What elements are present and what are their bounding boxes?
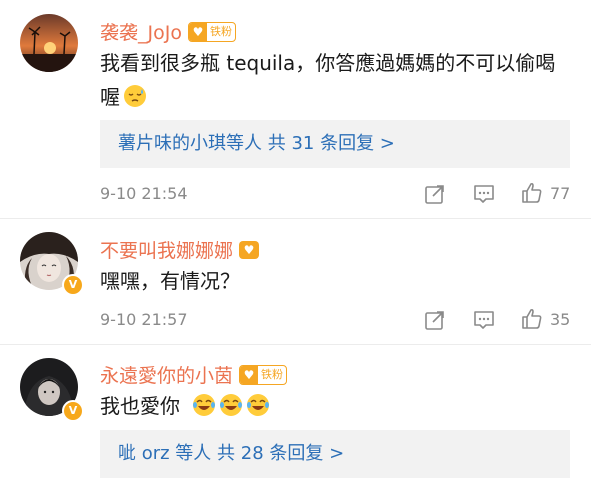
- fan-badge-label: 铁粉: [261, 367, 284, 381]
- comment-timestamp: 9-10 21:57: [100, 310, 188, 329]
- username[interactable]: 不要叫我娜娜娜 ♥: [100, 236, 260, 263]
- verified-badge-icon: V: [62, 274, 84, 296]
- laugh-cry-emoji-icon: [219, 393, 243, 417]
- fan-badge: ♥ 铁粉: [187, 21, 236, 42]
- avatar[interactable]: [20, 14, 78, 72]
- share-icon: [425, 311, 444, 330]
- comment-text: 我也愛你: [100, 389, 575, 423]
- heart-icon: ♥: [240, 365, 259, 384]
- comment-body: 我也愛你: [100, 394, 180, 418]
- username-text[interactable]: 永遠愛你的小茵: [100, 361, 233, 388]
- thumbs-up-icon: [522, 308, 542, 329]
- heart-icon: ♥: [239, 240, 260, 259]
- laugh-cry-emoji-icon: [246, 393, 270, 417]
- verified-badge-icon: V: [62, 400, 84, 422]
- fan-badge-label: 铁粉: [209, 24, 232, 38]
- comment-icon: [474, 185, 494, 203]
- username-text[interactable]: 不要叫我娜娜娜: [100, 236, 233, 263]
- fan-badge: ♥ 铁粉: [239, 364, 288, 385]
- divider: [0, 344, 591, 345]
- username[interactable]: 永遠愛你的小茵 ♥ 铁粉: [100, 361, 288, 388]
- username-text[interactable]: 袭袭_JoJo: [100, 18, 182, 45]
- laugh-cry-emoji-icon: [192, 393, 216, 417]
- fan-badge: ♥: [239, 240, 260, 259]
- thumbs-up-icon: [522, 182, 542, 203]
- reply-summary-link[interactable]: 呲 orz 等人 共 28 条回复 >: [100, 430, 570, 478]
- like-button[interactable]: 35: [520, 306, 570, 332]
- comment-body: 嘿嘿，有情况？: [100, 269, 240, 293]
- share-icon: [425, 185, 444, 204]
- comment-button[interactable]: [472, 181, 496, 207]
- heart-icon: ♥: [188, 22, 207, 41]
- divider: [0, 218, 591, 219]
- reply-summary-link[interactable]: 薯片味的小琪等人 共 31 条回复 >: [100, 120, 570, 168]
- sleepy-sweat-emoji-icon: [123, 84, 147, 108]
- comment-text: 嘿嘿，有情况？: [100, 264, 575, 298]
- username[interactable]: 袭袭_JoJo ♥ 铁粉: [100, 18, 236, 45]
- comment-timestamp: 9-10 21:54: [100, 184, 188, 203]
- like-count: 35: [550, 309, 571, 329]
- comment-body: 我看到很多瓶 tequila，你答應過媽媽的不可以偷喝喔: [100, 51, 556, 109]
- like-button[interactable]: 77: [520, 180, 570, 206]
- comment-icon: [474, 311, 494, 329]
- share-button[interactable]: [424, 181, 446, 207]
- comment-text: 我看到很多瓶 tequila，你答應過媽媽的不可以偷喝喔: [100, 46, 575, 114]
- comment-button[interactable]: [472, 307, 496, 333]
- share-button[interactable]: [424, 307, 446, 333]
- like-count: 77: [550, 183, 571, 203]
